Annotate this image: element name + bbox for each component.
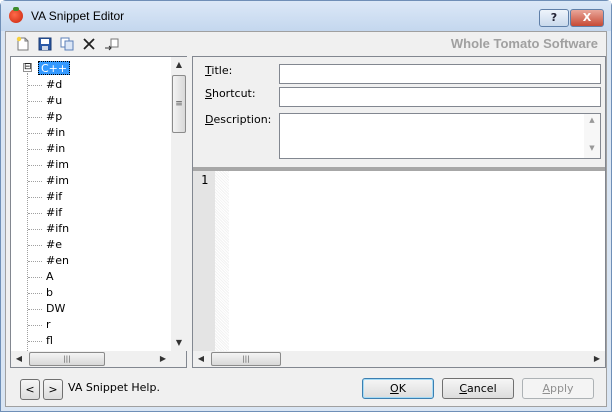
tree-horizontal-thumb[interactable]: ||| [29, 352, 105, 366]
tree-item-snippet[interactable]: DW [46, 301, 65, 317]
title-bar[interactable]: VA Snippet Editor ? X [1, 1, 611, 31]
description-scroll-down-icon[interactable]: ▼ [584, 144, 600, 152]
fold-margin [215, 171, 229, 351]
tree-item-snippet[interactable]: fl [46, 333, 53, 349]
new-document-icon [16, 36, 29, 51]
copy-icon [60, 37, 74, 51]
tree-connector-line [28, 293, 42, 294]
tree-item-snippet[interactable]: #en [46, 253, 69, 269]
tree-vertical-thumb[interactable]: ≡ [172, 75, 186, 133]
x-delete-icon [83, 38, 95, 50]
description-field[interactable]: ▲ ▼ [279, 113, 601, 159]
tree-connector-line [28, 101, 42, 102]
close-button[interactable]: X [570, 9, 604, 27]
tree-connector-line [28, 261, 42, 262]
scroll-left-arrow-icon[interactable]: ◀ [11, 351, 27, 367]
tree-connector-line [28, 181, 42, 182]
tree-connector-line [28, 213, 42, 214]
collapse-expander-icon[interactable]: ⊟ [23, 63, 32, 72]
line-number: 1 [201, 173, 209, 187]
scroll-right-arrow-icon[interactable]: ▶ [155, 351, 171, 367]
tree-vertical-scrollbar[interactable]: ▲ ≡ ▼ [171, 57, 187, 351]
window-title: VA Snippet Editor [31, 9, 125, 23]
tree-item-snippet[interactable]: #e [46, 237, 62, 253]
tree-item-snippet[interactable]: #p [46, 109, 62, 125]
tree-root-cpp[interactable]: C++ [38, 61, 71, 75]
title-field[interactable] [279, 64, 601, 84]
tree-connector-line [28, 341, 42, 342]
ok-button[interactable]: OK [362, 378, 434, 399]
tree-item-snippet[interactable]: #if [46, 205, 62, 221]
apply-button[interactable]: Apply [522, 378, 594, 399]
tree-connector-line [28, 149, 42, 150]
tree-item-snippet[interactable]: #ifn [46, 221, 69, 237]
tree-connector-line [28, 85, 42, 86]
tree-item-snippet[interactable]: #im [46, 157, 69, 173]
import-button[interactable] [102, 36, 120, 52]
tree-connector-line [28, 309, 42, 310]
editor-scroll-right-icon[interactable]: ▶ [589, 351, 605, 367]
cancel-button[interactable]: Cancel [442, 378, 514, 399]
tree-connector-line [28, 117, 42, 118]
toolbar: Whole Tomato Software [6, 32, 606, 56]
tree-item-snippet[interactable]: #d [46, 77, 62, 93]
tree-item-snippet[interactable]: #in [46, 125, 65, 141]
tree-item-snippet[interactable]: #u [46, 93, 62, 109]
tree-connector-line [28, 165, 42, 166]
save-button[interactable] [36, 36, 54, 52]
tree-connector-line [28, 197, 42, 198]
shortcut-label: Shortcut: [205, 87, 256, 100]
tree-item-snippet[interactable]: #if [46, 189, 62, 205]
tree-connector-line [28, 277, 42, 278]
scroll-down-arrow-icon[interactable]: ▼ [171, 335, 187, 351]
tree-item-snippet[interactable]: r [46, 317, 51, 333]
tree-item-snippet[interactable]: A [46, 269, 54, 285]
description-scroll-up-icon[interactable]: ▲ [584, 116, 600, 124]
description-label: Description: [205, 113, 272, 126]
next-button[interactable]: > [43, 379, 63, 400]
scroll-up-arrow-icon[interactable]: ▲ [171, 57, 187, 73]
snippet-editor-window: VA Snippet Editor ? X Whole Tomato Softw… [0, 0, 612, 412]
snippet-code-editor[interactable]: 1 [193, 171, 605, 351]
tree-connector-line [28, 245, 42, 246]
tree-connector-line [28, 229, 42, 230]
tree-connector-line [28, 325, 42, 326]
editor-horizontal-scrollbar[interactable]: ◀ ||| ▶ [193, 351, 605, 367]
delete-button[interactable] [80, 36, 98, 52]
tree-connector-line [28, 133, 42, 134]
tree-item-snippet[interactable]: b [46, 285, 53, 301]
tree-item-snippet[interactable]: #im [46, 173, 69, 189]
snippet-tree[interactable]: ⊟ C++ #d #u #p #in #in #im #im #if #if #ifn #e #en A… [11, 57, 171, 351]
line-number-gutter: 1 [193, 171, 215, 351]
import-icon [105, 38, 119, 51]
dialog-client-area: Whole Tomato Software ⊟ C++ #d #u #p #in #in… [5, 31, 607, 407]
floppy-disk-icon [38, 37, 52, 51]
title-label: Title: [205, 64, 233, 77]
snippet-tree-panel: ⊟ C++ #d #u #p #in #in #im #im #if #if #ifn #e #en A… [10, 56, 187, 368]
previous-button[interactable]: < [20, 379, 40, 400]
help-link[interactable]: VA Snippet Help. [68, 381, 160, 394]
editor-horizontal-thumb[interactable]: ||| [211, 352, 281, 366]
help-button[interactable]: ? [539, 9, 569, 27]
new-snippet-button[interactable] [14, 36, 32, 52]
tree-item-snippet[interactable]: #in [46, 141, 65, 157]
editor-scroll-left-icon[interactable]: ◀ [193, 351, 209, 367]
tree-horizontal-scrollbar[interactable]: ◀ ||| ▶ [11, 351, 171, 367]
shortcut-field[interactable] [279, 87, 601, 107]
description-scrollbar[interactable]: ▲ ▼ [584, 114, 600, 158]
snippet-details-panel: Title: Shortcut: Description: ▲ ▼ 1 ◀ ||… [192, 56, 606, 368]
copy-button[interactable] [58, 36, 76, 52]
scrollbar-corner [171, 351, 186, 367]
brand-label: Whole Tomato Software [450, 36, 598, 51]
tomato-app-icon [9, 7, 23, 23]
